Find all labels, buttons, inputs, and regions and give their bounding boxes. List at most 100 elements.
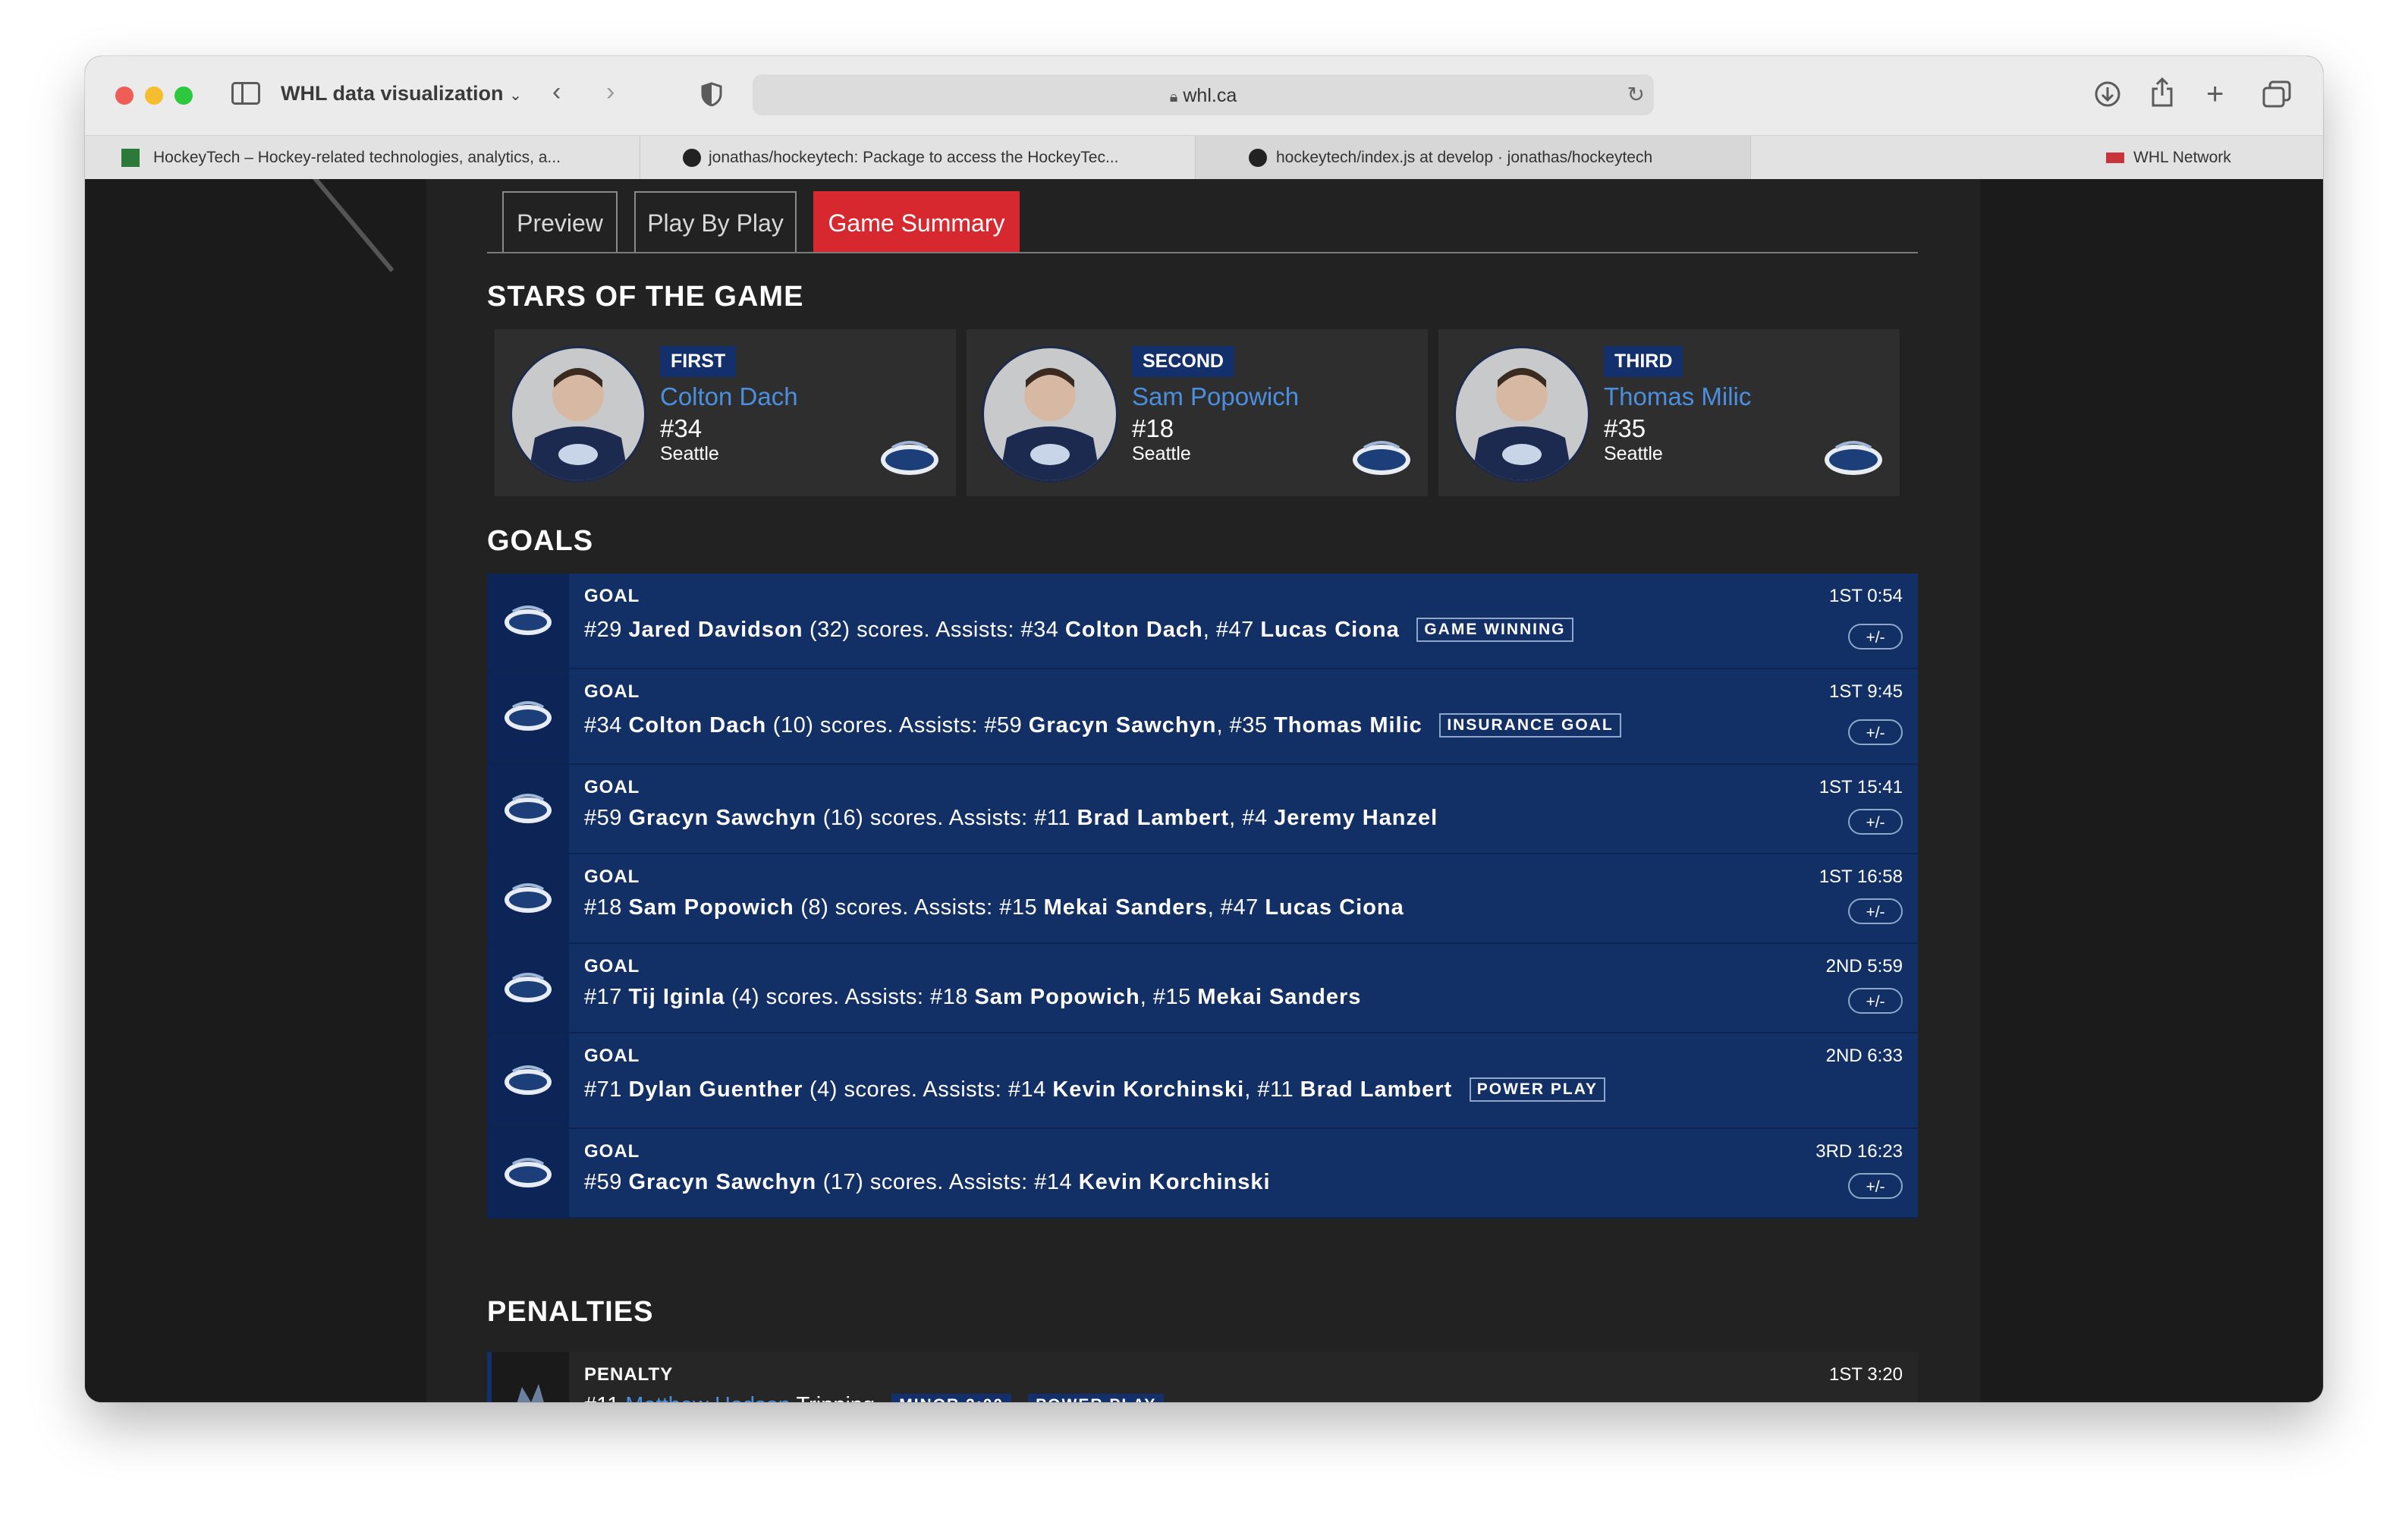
stars-section-title: STARS OF THE GAME — [487, 281, 804, 313]
star-card-first: FIRST Colton Dach #34 Seattle — [495, 329, 956, 496]
plus-minus-button[interactable]: +/- — [1848, 1173, 1903, 1199]
goal-label: GOAL — [584, 867, 640, 887]
seattle-thunderbirds-logo-icon — [502, 1155, 554, 1193]
plus-minus-button[interactable]: +/- — [1848, 809, 1903, 835]
goal-description: #71 Dylan Guenther (4) scores. Assists: … — [584, 1077, 1605, 1102]
browser-window: WHL data visualization ⌄ ‹ › 🔒︎ whl.ca ↻… — [85, 56, 2323, 1402]
plus-minus-button[interactable]: +/- — [1848, 988, 1903, 1014]
penalty-time: 1ST 3:20 — [1829, 1364, 1903, 1385]
assist-name[interactable]: Lucas Ciona — [1265, 895, 1404, 920]
scorer-name[interactable]: Gracyn Sawchyn — [628, 806, 816, 830]
plus-minus-button[interactable]: +/- — [1848, 719, 1903, 745]
right-background-panel — [1980, 179, 2323, 1402]
star-player-team: Seattle — [1132, 443, 1191, 464]
new-tab-icon[interactable]: + — [2206, 79, 2224, 109]
plus-minus-button[interactable]: +/- — [1848, 898, 1903, 924]
scorer-name[interactable]: Colton Dach — [628, 713, 766, 738]
browser-tab-hockeytech-index[interactable]: hockeytech/index.js at develop · jonatha… — [1196, 136, 1751, 180]
downloads-icon[interactable] — [2094, 80, 2121, 112]
zoom-window-button[interactable] — [174, 86, 193, 105]
star-player-number: #34 — [660, 414, 703, 442]
player-avatar[interactable] — [982, 346, 1118, 483]
scorer-name[interactable]: Jared Davidson — [628, 618, 803, 642]
goal-description: #17 Tij Iginla (4) scores. Assists: #18 … — [584, 985, 1362, 1009]
lock-icon: 🔒︎ — [1169, 89, 1178, 105]
assist-name[interactable]: Jeremy Hanzel — [1274, 806, 1438, 830]
goal-tag: POWER PLAY — [1469, 1077, 1605, 1102]
player-avatar[interactable] — [510, 346, 646, 483]
assist-name[interactable]: Gracyn Sawchyn — [1029, 713, 1217, 738]
scorer-name[interactable]: Gracyn Sawchyn — [628, 1170, 816, 1194]
player-avatar[interactable] — [1454, 346, 1590, 483]
assist-name[interactable]: Mekai Sanders — [1044, 895, 1208, 920]
goal-label: GOAL — [584, 777, 640, 797]
star-player-number: #18 — [1132, 414, 1174, 442]
address-text: 🔒︎ whl.ca — [1169, 85, 1237, 106]
goal-team-logo-cell — [487, 944, 569, 1032]
assist-name[interactable]: Colton Dach — [1065, 618, 1203, 642]
minimize-window-button[interactable] — [145, 86, 163, 105]
star-player-name[interactable]: Colton Dach — [660, 382, 798, 411]
whl-favicon — [2106, 153, 2124, 163]
plus-minus-button[interactable]: +/- — [1848, 624, 1903, 649]
star-player-name[interactable]: Sam Popowich — [1132, 382, 1299, 411]
reload-icon[interactable]: ↻ — [1627, 82, 1645, 107]
assist-name[interactable]: Sam Popowich — [974, 985, 1140, 1009]
star-player-team: Seattle — [1604, 443, 1663, 464]
goal-team-logo-cell — [487, 1129, 569, 1217]
window-title[interactable]: WHL data visualization ⌄ — [281, 82, 522, 105]
close-window-button[interactable] — [115, 86, 134, 105]
goal-description: #34 Colton Dach (10) scores. Assists: #5… — [584, 713, 1621, 738]
assist-name[interactable]: Thomas Milic — [1274, 713, 1422, 738]
star-player-name[interactable]: Thomas Milic — [1604, 382, 1751, 411]
assist-name[interactable]: Brad Lambert — [1077, 806, 1230, 830]
seattle-thunderbirds-logo-icon — [502, 1062, 554, 1100]
star-card-third: THIRD Thomas Milic #35 Seattle — [1438, 329, 1900, 496]
penalty-player-name[interactable]: Matthew Hodson — [625, 1393, 791, 1402]
seattle-thunderbirds-logo-icon — [1350, 437, 1413, 480]
star-card-second: SECOND Sam Popowich #18 Seattle — [967, 329, 1428, 496]
tab-play-by-play[interactable]: Play By Play — [634, 191, 797, 252]
star-rank-badge: SECOND — [1132, 346, 1234, 377]
goal-description: #59 Gracyn Sawchyn (17) scores. Assists:… — [584, 1170, 1271, 1194]
goal-label: GOAL — [584, 1046, 640, 1066]
scorer-name[interactable]: Tij Iginla — [628, 985, 725, 1009]
penalty-row: PENALTY #11 Matthew Hodson Tripping MINO… — [487, 1352, 1918, 1402]
forward-icon[interactable]: › — [606, 79, 615, 105]
github-icon — [1249, 149, 1267, 167]
sidebar-toggle-icon[interactable] — [231, 82, 260, 105]
browser-tab-hockeytech[interactable]: HockeyTech – Hockey-related technologies… — [85, 136, 640, 180]
assist-name[interactable]: Kevin Korchinski — [1052, 1077, 1244, 1102]
opponent-team-logo-icon — [508, 1379, 552, 1402]
assist-name[interactable]: Mekai Sanders — [1197, 985, 1361, 1009]
goal-label: GOAL — [584, 586, 640, 606]
goal-tag: INSURANCE GOAL — [1439, 713, 1621, 738]
tab-preview[interactable]: Preview — [502, 191, 618, 252]
goal-time: 2ND 6:33 — [1825, 1046, 1903, 1066]
goal-time: 1ST 9:45 — [1829, 681, 1903, 702]
browser-tab-whl-network[interactable]: WHL Network — [1751, 136, 2323, 180]
tab-overview-icon[interactable] — [2262, 80, 2291, 112]
scorer-name[interactable]: Sam Popowich — [628, 895, 794, 920]
tab-game-summary[interactable]: Game Summary — [813, 191, 1020, 252]
share-icon[interactable] — [2150, 77, 2174, 112]
star-rank-badge: FIRST — [660, 346, 737, 377]
goal-label: GOAL — [584, 956, 640, 977]
seattle-thunderbirds-logo-icon — [879, 437, 941, 480]
goal-team-logo-cell — [487, 574, 569, 668]
assist-name[interactable]: Lucas Ciona — [1260, 618, 1399, 642]
assist-name[interactable]: Brad Lambert — [1300, 1077, 1453, 1102]
address-bar[interactable]: 🔒︎ whl.ca ↻ — [753, 74, 1654, 115]
goals-list: GOAL #29 Jared Davidson (32) scores. Ass… — [487, 574, 1918, 1219]
page-content: Preview Play By Play Game Summary STARS … — [85, 179, 2323, 1402]
assist-name[interactable]: Kevin Korchinski — [1079, 1170, 1271, 1194]
privacy-shield-icon[interactable] — [701, 82, 722, 111]
scorer-name[interactable]: Dylan Guenther — [628, 1077, 803, 1102]
seattle-thunderbirds-logo-icon — [1822, 437, 1885, 480]
browser-tab-hockeytech-package[interactable]: jonathas/hockeytech: Package to access t… — [640, 136, 1196, 180]
left-background-panel — [85, 179, 426, 1402]
penalty-duration-tag: MINOR 2:00 — [891, 1394, 1012, 1402]
game-summary-panel: Preview Play By Play Game Summary STARS … — [426, 179, 1980, 1402]
goal-label: GOAL — [584, 681, 640, 702]
back-icon[interactable]: ‹ — [552, 79, 561, 105]
